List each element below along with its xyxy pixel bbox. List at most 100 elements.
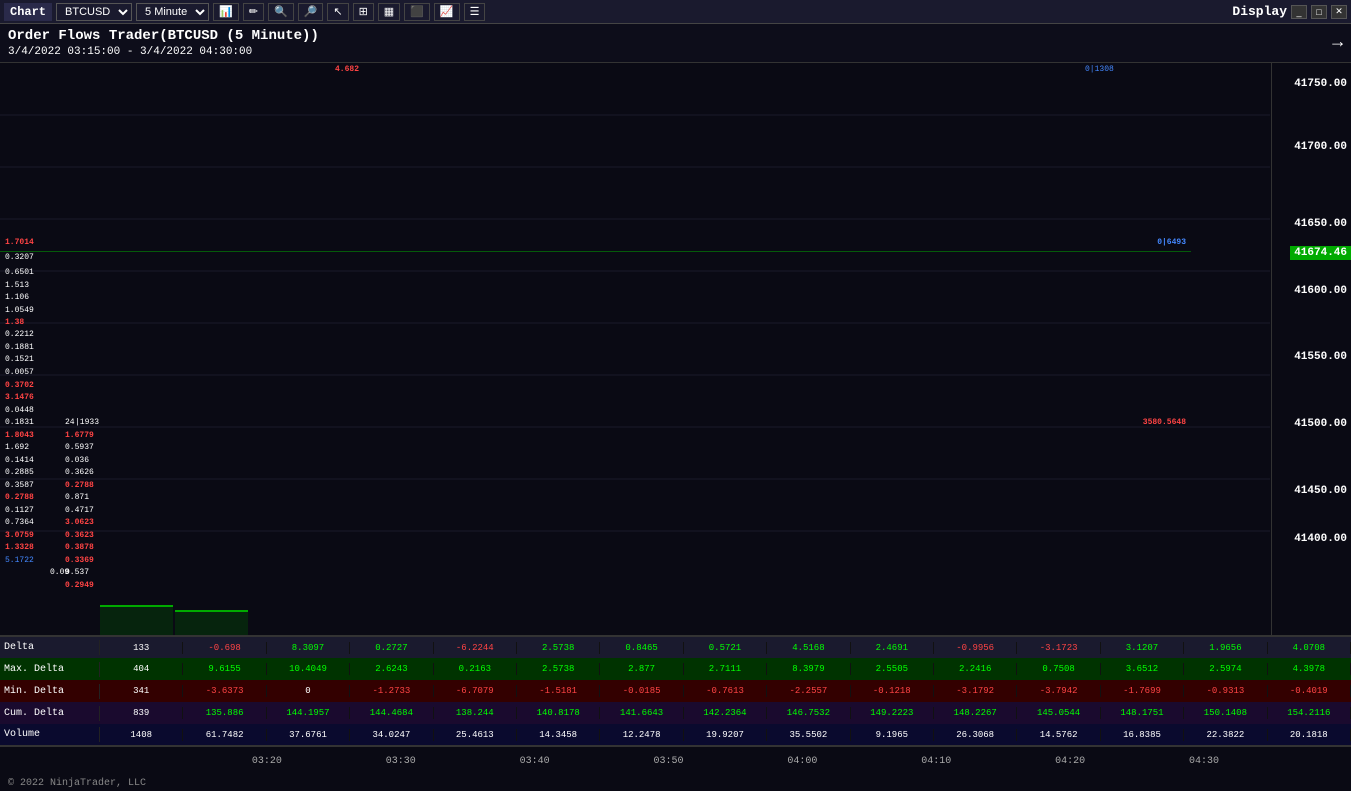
cumdelta-label: Cum. Delta xyxy=(0,706,100,721)
volume-cell: 1408 xyxy=(100,729,183,741)
delta-cell: 2.4691 xyxy=(851,642,934,654)
maxdelta-cell: 8.3979 xyxy=(767,663,850,675)
delta-cell: -6.2244 xyxy=(434,642,517,654)
maxdelta-cell: 404 xyxy=(100,663,183,675)
price-41750: 41750.00 xyxy=(1294,78,1347,90)
mindelta-cell: 341 xyxy=(100,685,183,697)
line-chart-icon[interactable]: 📈 xyxy=(434,3,460,21)
copyright: © 2022 NinjaTrader, LLC xyxy=(0,776,1351,791)
mindelta-cell: -1.5181 xyxy=(517,685,600,697)
maxdelta-cell: 2.7111 xyxy=(684,663,767,675)
cumdelta-cell: 145.0544 xyxy=(1017,707,1100,719)
volume-cell: 14.3458 xyxy=(517,729,600,741)
price-41450: 41450.00 xyxy=(1294,485,1347,497)
mindelta-cell: 0 xyxy=(267,685,350,697)
volume-cell: 61.7482 xyxy=(183,729,266,741)
symbol-select[interactable]: BTCUSD xyxy=(56,3,132,21)
cumdelta-cell: 146.7532 xyxy=(767,707,850,719)
maxdelta-cell: 2.5505 xyxy=(851,663,934,675)
current-price: 41674.46 xyxy=(1290,246,1351,260)
delta-cell: 4.0708 xyxy=(1268,642,1351,654)
mindelta-cell: -0.1218 xyxy=(851,685,934,697)
columns-icon[interactable]: ▦ xyxy=(378,3,400,21)
chart-header: Order Flows Trader(BTCUSD (5 Minute)) 3/… xyxy=(0,24,1351,63)
volume-cell: 20.1818 xyxy=(1268,729,1351,741)
chart-dates: 3/4/2022 03:15:00 - 3/4/2022 04:30:00 xyxy=(8,46,319,58)
time-tick-5: 04:00 xyxy=(736,756,870,767)
cumdelta-cell: 149.2223 xyxy=(851,707,934,719)
delta-cell: -0.698 xyxy=(183,642,266,654)
time-axis: 03:20 03:30 03:40 03:50 04:00 04:10 04:2… xyxy=(0,746,1351,776)
cumdelta-cell: 148.2267 xyxy=(934,707,1017,719)
maxdelta-cell: 2.6243 xyxy=(350,663,433,675)
cumdelta-cell: 154.2116 xyxy=(1268,707,1351,719)
close-button[interactable]: ✕ xyxy=(1331,5,1347,19)
volume-cell: 35.5502 xyxy=(767,729,850,741)
time-tick-8: 04:30 xyxy=(1137,756,1271,767)
time-tick-4: 03:50 xyxy=(602,756,736,767)
grid-icon[interactable]: ⊞ xyxy=(353,3,374,21)
maxdelta-cell: 2.5974 xyxy=(1184,663,1267,675)
cumdelta-cell: 144.1957 xyxy=(267,707,350,719)
zoom-in-icon[interactable]: 🔍 xyxy=(268,3,294,21)
volume-label: Volume xyxy=(0,727,100,742)
price-41500: 41500.00 xyxy=(1294,418,1347,430)
table-icon[interactable]: ☰ xyxy=(464,3,486,21)
chart-title: Order Flows Trader(BTCUSD (5 Minute)) xyxy=(8,28,319,44)
time-tick-6: 04:10 xyxy=(869,756,1003,767)
delta-cell: 8.3097 xyxy=(267,642,350,654)
volume-cell: 14.5762 xyxy=(1017,729,1100,741)
delta-cell: 0.8465 xyxy=(600,642,683,654)
price-41650: 41650.00 xyxy=(1294,218,1347,230)
mindelta-cell: -2.2557 xyxy=(767,685,850,697)
cumdelta-cell: 140.8178 xyxy=(517,707,600,719)
maxdelta-cell: 0.7508 xyxy=(1017,663,1100,675)
price-41600: 41600.00 xyxy=(1294,285,1347,297)
maxdelta-cell: 9.6155 xyxy=(183,663,266,675)
mindelta-cell: -3.7942 xyxy=(1017,685,1100,697)
volume-cell: 22.3822 xyxy=(1184,729,1267,741)
maxdelta-cell: 2.2416 xyxy=(934,663,1017,675)
mindelta-cell: -6.7079 xyxy=(434,685,517,697)
volume-cell: 16.8385 xyxy=(1101,729,1184,741)
maximize-button[interactable]: □ xyxy=(1311,5,1327,19)
cumdelta-cell: 138.244 xyxy=(434,707,517,719)
cumdelta-cell: 141.6643 xyxy=(600,707,683,719)
minimize-button[interactable]: _ xyxy=(1291,5,1307,19)
mindelta-cell: -3.1792 xyxy=(934,685,1017,697)
pencil-icon[interactable]: ✏ xyxy=(243,3,264,21)
maxdelta-cell: 3.6512 xyxy=(1101,663,1184,675)
delta-cell: -0.9956 xyxy=(934,642,1017,654)
delta-cell: 1.9656 xyxy=(1184,642,1267,654)
order-flow-area: 4.682 0|1308 1.7014 0.3207 0.6501 1.513 … xyxy=(0,63,1271,635)
bar-chart-icon[interactable]: 📊 xyxy=(213,3,239,21)
zoom-out-icon[interactable]: 🔎 xyxy=(298,3,324,21)
volume-cell: 25.4613 xyxy=(434,729,517,741)
display-label: Display xyxy=(1232,4,1287,19)
volume-cell: 26.3068 xyxy=(934,729,1017,741)
price-41400: 41400.00 xyxy=(1294,533,1347,545)
maxdelta-cell: 4.3978 xyxy=(1268,663,1351,675)
cumdelta-cell: 839 xyxy=(100,707,183,719)
cumdelta-cell: 142.2364 xyxy=(684,707,767,719)
chart-menu[interactable]: Chart xyxy=(4,3,52,21)
mindelta-cell: -1.2733 xyxy=(350,685,433,697)
mindelta-label: Min. Delta xyxy=(0,684,100,699)
cumdelta-cell: 150.1408 xyxy=(1184,707,1267,719)
mindelta-cell: -0.4019 xyxy=(1268,685,1351,697)
volume-cell: 19.9207 xyxy=(684,729,767,741)
mindelta-cell: -1.7699 xyxy=(1101,685,1184,697)
timeframe-select[interactable]: 5 Minute xyxy=(136,3,209,21)
cursor-icon[interactable]: ↖ xyxy=(327,3,348,21)
candles-icon[interactable]: ⬛ xyxy=(404,3,430,21)
maxdelta-cell: 10.4049 xyxy=(267,663,350,675)
maxdelta-cell: 0.2163 xyxy=(434,663,517,675)
delta-cell: 0.2727 xyxy=(350,642,433,654)
price-axis: 41750.00 41700.00 41650.00 41600.00 4155… xyxy=(1271,63,1351,635)
time-tick-1: 03:20 xyxy=(200,756,334,767)
delta-cell: -3.1723 xyxy=(1017,642,1100,654)
volume-cell: 12.2478 xyxy=(600,729,683,741)
delta-cell: 2.5738 xyxy=(517,642,600,654)
delta-cell: 133 xyxy=(100,642,183,654)
maxdelta-cell: 2.877 xyxy=(600,663,683,675)
